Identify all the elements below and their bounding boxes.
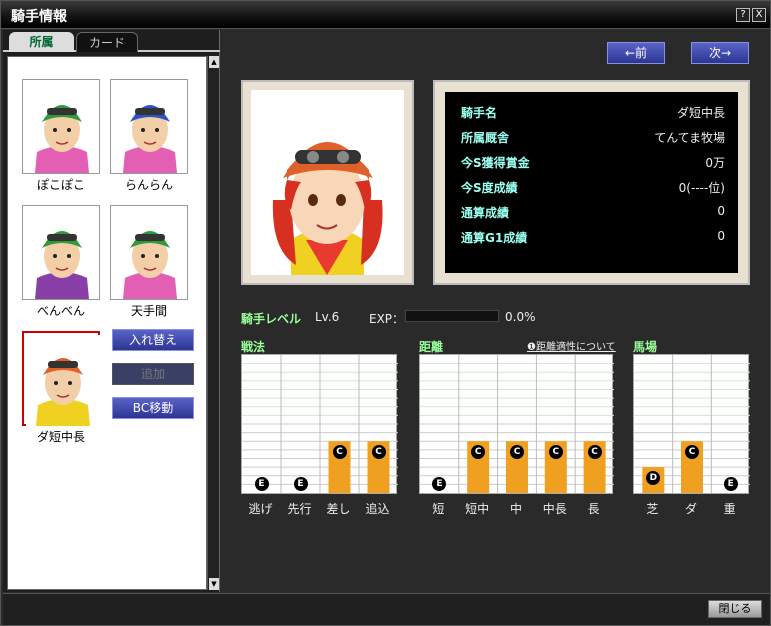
chart-category-label: ダ — [684, 502, 697, 516]
portrait-frame — [241, 80, 414, 285]
jockey-list: ぽこぽこ らんらんべんべん 天手間ダ短中長 入れ替え追加 BC移動 — [7, 56, 207, 590]
info-value: ダ短中長 — [676, 106, 725, 120]
scroll-up-icon[interactable]: ▲ — [209, 56, 219, 68]
info-frame: 騎手名 ダ短中長所属厩舎 てんてま牧場今S獲得賞金 0万今S度成績 0(----位) 通算… — [433, 80, 750, 285]
window-title: 騎手情報 — [11, 9, 67, 25]
swap-button[interactable]: 入れ替え — [112, 329, 194, 351]
bc-move-button[interactable]: BC移動 — [112, 397, 194, 419]
grade-badge: E — [723, 477, 738, 491]
jockey-thumbnail — [26, 335, 100, 426]
info-label: 今S獲得賞金 — [461, 156, 530, 170]
grade-badge: C — [587, 445, 602, 460]
chart-category-label: 短中 — [465, 502, 490, 516]
aptitude-chart: DCE — [633, 354, 750, 494]
info-label: 所属厩舎 — [461, 131, 510, 145]
info-value: 0(----位) — [678, 181, 725, 195]
jockey-list-panel: 所属 カード ぽこぽこ らんらんべんべん 天手間ダ短中長 入れ替え追加 BC移動 ▲ ▼ — [3, 30, 220, 592]
jockey-thumbnail — [25, 208, 99, 299]
info-table: 騎手名 ダ短中長所属厩舎 てんてま牧場今S獲得賞金 0万今S度成績 0(----位) 通算… — [445, 92, 738, 273]
chart-category-label: 芝 — [646, 502, 659, 516]
chart-category-label: 中長 — [542, 502, 567, 516]
jockey-thumbnail — [113, 82, 187, 173]
exp-value: 0.0% — [505, 310, 536, 324]
chart-category-label: 長 — [587, 502, 600, 516]
distance-aptitude-link[interactable]: ❶距離適性について — [527, 338, 616, 353]
chart-category-label: 先行 — [287, 502, 312, 516]
jockey-card[interactable] — [22, 205, 100, 300]
info-row: 今S度成績 0(----位) — [461, 179, 725, 199]
level-value: Lv.6 — [315, 310, 340, 324]
help-button[interactable]: ? — [736, 8, 750, 22]
tab-card[interactable]: カード — [76, 32, 138, 52]
aptitude-chart: ECCCC — [419, 354, 614, 494]
chart-title: 馬場 — [633, 340, 658, 354]
chart-category-label: 中 — [509, 502, 522, 516]
chart-category-label: 追込 — [365, 502, 390, 516]
scrollbar[interactable]: ▲ ▼ — [207, 56, 219, 590]
jockey-detail-panel: ←前 次→ 騎手名 ダ短中長 所属厩舎 てんてま牧場 今S獲得賞金 0万 今S度… — [221, 30, 770, 592]
jockey-card[interactable] — [110, 205, 188, 300]
title-bar: 騎手情報 ? X — [1, 1, 770, 29]
level-label: 騎手レベル — [241, 312, 302, 326]
chart-category-label: 重 — [723, 502, 736, 516]
info-value: 0 — [717, 229, 725, 243]
close-icon[interactable]: X — [752, 8, 766, 22]
info-row: 騎手名 ダ短中長 — [461, 104, 725, 124]
chart-category-label: 逃げ — [248, 502, 273, 516]
info-value: 0 — [717, 204, 725, 218]
grade-badge: E — [254, 477, 269, 491]
exp-label: EXP： — [369, 312, 405, 326]
info-icon: ❶ — [527, 342, 536, 353]
grade-badge: C — [548, 445, 563, 460]
add-button[interactable]: 追加 — [112, 363, 194, 385]
info-row: 通算G1成績 0 — [461, 229, 725, 249]
chart-title: 距離 — [419, 340, 444, 354]
footer-bar: 閉じる — [3, 593, 770, 625]
info-row: 通算成績 0 — [461, 204, 725, 224]
info-label: 今S度成績 — [461, 181, 518, 195]
close-button[interactable]: 閉じる — [708, 600, 762, 618]
prev-button[interactable]: ←前 — [607, 42, 665, 64]
info-value: 0万 — [705, 156, 725, 170]
distance-aptitude-link-text: 距離適性について — [535, 342, 616, 353]
grade-badge: E — [293, 477, 308, 491]
info-label: 通算G1成績 — [461, 231, 528, 245]
jockey-name: らんらん — [124, 178, 173, 192]
scroll-down-icon[interactable]: ▼ — [209, 578, 219, 590]
tab-affiliation[interactable]: 所属 — [9, 32, 74, 52]
jockey-name: 天手間 — [130, 304, 167, 318]
grade-badge: C — [371, 445, 386, 460]
jockey-portrait — [251, 90, 404, 275]
jockey-thumbnail — [113, 208, 187, 299]
jockey-card[interactable] — [110, 79, 188, 174]
next-button[interactable]: 次→ — [691, 42, 749, 64]
chart-category-label: 短 — [432, 502, 445, 516]
tab-bar: 所属 カード — [3, 30, 220, 52]
chart-svg — [420, 355, 614, 493]
jockey-name: べんべん — [36, 304, 85, 318]
info-row: 今S獲得賞金 0万 — [461, 154, 725, 174]
grade-badge: C — [332, 445, 347, 460]
jockey-info-window: 騎手情報 ? X 所属 カード ぽこぽこ らんらん べんべん 天手間 ダ短中長 入れ替え追… — [0, 0, 771, 626]
jockey-name: ぽこぽこ — [36, 178, 85, 192]
chart-category-label: 差し — [326, 502, 351, 516]
info-value: てんてま牧場 — [654, 131, 725, 145]
aptitude-chart: E E C C — [241, 354, 398, 494]
jockey-thumbnail — [25, 82, 99, 173]
info-label: 騎手名 — [461, 106, 498, 120]
jockey-card[interactable] — [22, 79, 100, 174]
jockey-card[interactable] — [22, 331, 100, 426]
jockey-name: ダ短中長 — [36, 430, 85, 444]
jockey-portrait-image — [251, 90, 404, 275]
info-row: 所属厩舎 てんてま牧場 — [461, 129, 725, 149]
chart-title: 戦法 — [241, 340, 266, 354]
info-label: 通算成績 — [461, 206, 510, 220]
exp-bar — [405, 310, 499, 322]
chart-svg — [242, 355, 398, 493]
